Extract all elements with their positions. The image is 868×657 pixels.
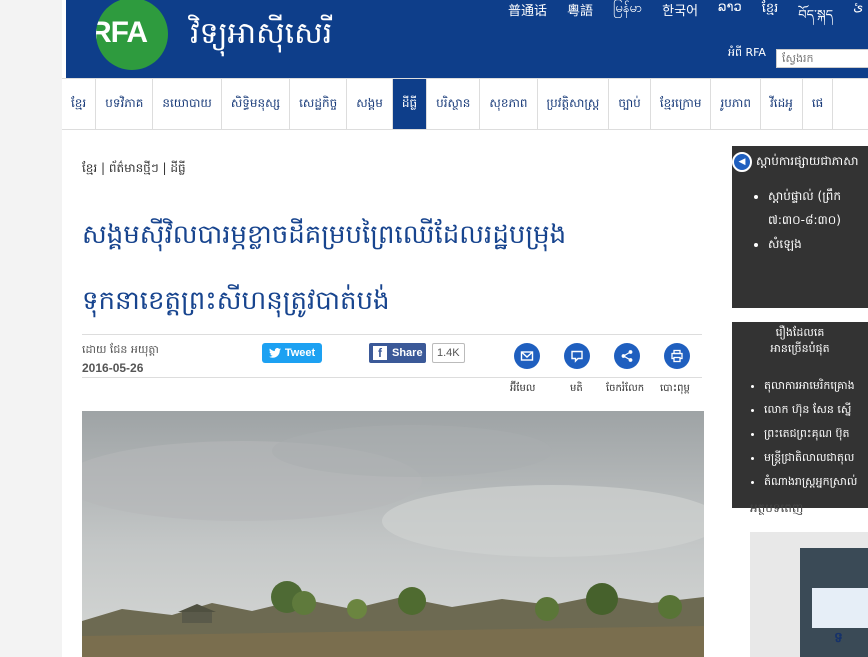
nav-item-khmer-krom[interactable]: ខ្មែរក្រោម: [651, 79, 712, 129]
lang-link[interactable]: 粵語: [567, 0, 593, 37]
share-icon: [621, 350, 633, 362]
lang-link[interactable]: བོད་སྐད: [798, 0, 833, 37]
comment-icon: [571, 350, 583, 363]
email-label: អ៊ីមែល: [510, 383, 536, 394]
breadcrumb[interactable]: ខ្មែរ | ព័ត៌មានថ្មីៗ | ដីធ្លី: [82, 160, 186, 178]
article-photo[interactable]: [82, 411, 704, 657]
listen-heading: ស្តាប់ការផ្សាយជាភាសា: [756, 154, 859, 168]
site-name[interactable]: វិទ្យុអាស៊ីសេរី: [190, 14, 332, 58]
share-button[interactable]: [614, 343, 640, 369]
sidebar-photo-inner: ទ: [800, 548, 868, 657]
publish-date: 2016-05-26: [82, 361, 144, 375]
listen-box: ◀ ស្តាប់ការផ្សាយជាភាសា ស្តាប់ផ្ទាល់ (ព្រ…: [732, 146, 868, 308]
share-count: 1.4K: [432, 343, 465, 363]
listen-header: ◀ ស្តាប់ការផ្សាយជាភាសា: [732, 150, 858, 174]
lang-link[interactable]: ខ្មែរ: [762, 0, 779, 37]
most-read-item[interactable]: មន្ត្រីជ្រាតិលាលជាតុល: [764, 446, 857, 470]
lang-link[interactable]: 한국어: [662, 0, 698, 37]
nav-item-analysis[interactable]: បទវិភាគ: [96, 79, 154, 129]
tweet-button[interactable]: Tweet: [262, 343, 322, 363]
nav-item-law[interactable]: ច្បាប់: [609, 79, 651, 129]
nav-item-khmer[interactable]: ខ្មែរ: [62, 79, 97, 129]
main-nav: ខ្មែរ បទវិភាគ នយោបាយ សិទ្ធិមនុស្ស សេដ្ឋក…: [62, 78, 868, 130]
search-input[interactable]: [776, 49, 868, 68]
lang-link[interactable]: ئ: [853, 0, 863, 37]
nav-item-human-rights[interactable]: សិទ្ធិមនុស្ស: [222, 79, 291, 129]
facebook-icon: f: [373, 346, 387, 360]
meta-divider: [82, 377, 702, 378]
nav-item-video[interactable]: វីដេអូ: [761, 79, 803, 129]
comment-label: មតិ: [570, 383, 583, 394]
article-title-line: ទុកនាខេត្តព្រះសីហនុត្រូវបាត់បង់: [82, 286, 390, 316]
most-read-item[interactable]: តំណាងរាស្ត្រអ្នកស្រាល់: [764, 470, 857, 494]
nav-item-photos[interactable]: រូបភាព: [711, 79, 761, 129]
print-button[interactable]: [664, 343, 690, 369]
sidebar-section-title: អត្ថបទពេញ: [750, 501, 804, 515]
article-meta: ដោយ ជែន អយុត្តា 2016-05-26 Tweet f Share…: [82, 334, 702, 394]
left-gutter: [0, 0, 62, 657]
print-label: បោះពុម្ព: [660, 383, 690, 394]
share-action-label: ចែករំលែក: [606, 383, 645, 394]
byline: ដោយ ជែន អយុត្តា: [82, 343, 159, 356]
nav-item-history[interactable]: ប្រវត្តិសាស្ត្រ: [538, 79, 610, 129]
most-read-item[interactable]: ព្រះតេជព្រះគុណ ប៊ុត: [764, 422, 857, 446]
nav-item-politics[interactable]: នយោបាយ: [153, 79, 222, 129]
nav-item-society[interactable]: សង្គម: [347, 79, 393, 129]
listen-audio-link[interactable]: សំឡេង: [768, 232, 841, 256]
lang-link[interactable]: ລາວ: [718, 0, 742, 37]
print-icon: [671, 349, 683, 363]
lang-link[interactable]: 普通话: [508, 0, 547, 37]
most-read-item[interactable]: លោក ហ៊ុន សែន ស្នើ: [764, 398, 857, 422]
lang-link[interactable]: မြန်မာ: [613, 0, 642, 37]
site-header: RFA វិទ្យុអាស៊ីសេរី 普通话 粵語 မြန်မာ 한국어 ລາ…: [66, 0, 868, 78]
email-button[interactable]: [514, 343, 540, 369]
most-read-list: តុលាការអាមេរិកគ្រោង លោក ហ៊ុន សែន ស្នើ ព្…: [752, 374, 857, 494]
article-title-line: សង្គមស៊ីវិលបារម្ភខ្លាចដីគម្របព្រៃឈើដែលរដ…: [82, 220, 567, 250]
photo-sign-text: ទ: [834, 630, 843, 646]
most-read-item[interactable]: តុលាការអាមេរិកគ្រោង: [764, 374, 857, 398]
nav-item-economy[interactable]: សេដ្ឋកិច្ច: [290, 79, 348, 129]
language-bar: 普通话 粵語 မြန်မာ 한국어 ລາວ ខ្មែរ བོད་སྐད ئ: [508, 0, 863, 37]
photo-sign: [812, 588, 868, 628]
landscape-photo: [82, 411, 704, 657]
tweet-label: Tweet: [284, 347, 316, 359]
rfa-logo[interactable]: RFA: [96, 0, 168, 70]
twitter-bird-icon: [268, 348, 281, 358]
speaker-icon: ◀: [732, 152, 752, 172]
nav-item-land[interactable]: ដីធ្លី: [392, 79, 428, 129]
envelope-icon: [520, 351, 534, 361]
nav-item-more[interactable]: ផេ: [803, 79, 834, 129]
article-title: សង្គមស៊ីវិលបារម្ភខ្លាចដីគម្របព្រៃឈើដែលរដ…: [82, 202, 702, 334]
sidebar-photo[interactable]: ទ: [750, 532, 868, 657]
nav-item-health[interactable]: សុខភាព: [480, 79, 538, 129]
listen-list: ស្តាប់ផ្ទាល់ (ព្រឹក៧:៣០-៨:៣០) សំឡេង: [752, 184, 841, 256]
about-link[interactable]: អំពី RFA: [728, 46, 766, 62]
most-read-title: រឿងដែលគេ អានច្រើនបំផុត: [770, 326, 830, 355]
nav-item-environment[interactable]: បរិស្ថាន: [427, 79, 481, 129]
listen-live-link[interactable]: ស្តាប់ផ្ទាល់ (ព្រឹក៧:៣០-៨:៣០): [768, 184, 841, 232]
comment-button[interactable]: [564, 343, 590, 369]
logo-text: RFA: [96, 16, 148, 49]
most-read-box: រឿងដែលគេ អានច្រើនបំផុត តុលាការអាមេរិកគ្រ…: [732, 322, 868, 508]
share-label: Share: [392, 347, 423, 359]
facebook-share-button[interactable]: f Share: [369, 343, 426, 363]
